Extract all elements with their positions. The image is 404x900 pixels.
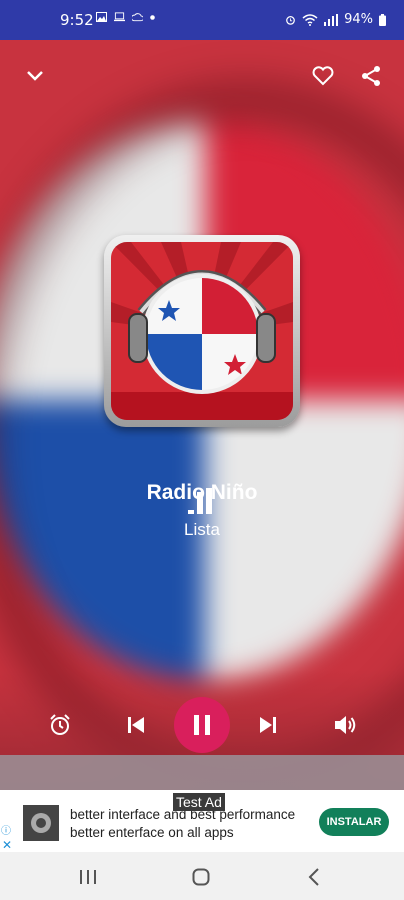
skip-next-icon — [260, 717, 276, 733]
volume-button[interactable] — [330, 710, 360, 740]
station-artwork — [104, 235, 300, 427]
test-ad-label: Test Ad — [173, 793, 225, 811]
ad-info-icon[interactable]: ⓘ — [1, 822, 11, 837]
recent-apps-icon — [80, 870, 96, 884]
ad-app-icon[interactable] — [23, 805, 59, 841]
battery-icon — [379, 13, 386, 26]
status-time: 9:52 — [60, 11, 94, 29]
home-button[interactable] — [189, 866, 213, 888]
ad-text[interactable]: better interface and best performance be… — [70, 806, 295, 842]
station-subtitle: Lista — [184, 520, 220, 539]
signal-icon — [324, 13, 339, 26]
navigation-bar — [0, 852, 404, 900]
heart-icon — [312, 66, 334, 86]
gallery-icon — [96, 12, 107, 22]
install-button[interactable]: INSTALAR — [319, 808, 389, 836]
station-name: Radio Niño — [146, 481, 258, 504]
playback-controls — [0, 695, 404, 755]
player-screen: Radio Niño Lista — [0, 40, 404, 790]
panama-flag-headphones-logo — [111, 242, 293, 420]
volume-icon — [335, 716, 356, 734]
ad-line-2: better enterface on all apps — [70, 825, 234, 840]
home-icon — [192, 868, 210, 886]
pause-button[interactable] — [174, 697, 230, 753]
sleep-timer-button[interactable] — [45, 710, 75, 740]
dot-icon — [150, 14, 155, 20]
back-button[interactable] — [302, 866, 326, 888]
favorite-button[interactable] — [309, 62, 337, 90]
status-bar: 9:52 94% — [0, 0, 404, 40]
wifi-icon — [302, 13, 318, 26]
pause-icon — [194, 715, 210, 735]
skip-previous-icon — [128, 717, 144, 733]
collapse-button[interactable] — [21, 62, 49, 90]
next-button[interactable] — [253, 710, 283, 740]
share-icon — [362, 66, 380, 86]
ad-close-icon[interactable]: ✕ — [2, 838, 12, 852]
alarm-icon — [286, 15, 295, 25]
laptop-icon — [114, 12, 125, 22]
cloud-icon — [132, 13, 143, 22]
recent-apps-button[interactable] — [76, 866, 100, 888]
battery-percentage: 94% — [344, 12, 373, 27]
back-icon — [308, 868, 319, 886]
previous-button[interactable] — [121, 710, 151, 740]
alarm-clock-icon — [50, 714, 70, 735]
share-button[interactable] — [357, 62, 385, 90]
chevron-down-icon — [27, 71, 43, 81]
